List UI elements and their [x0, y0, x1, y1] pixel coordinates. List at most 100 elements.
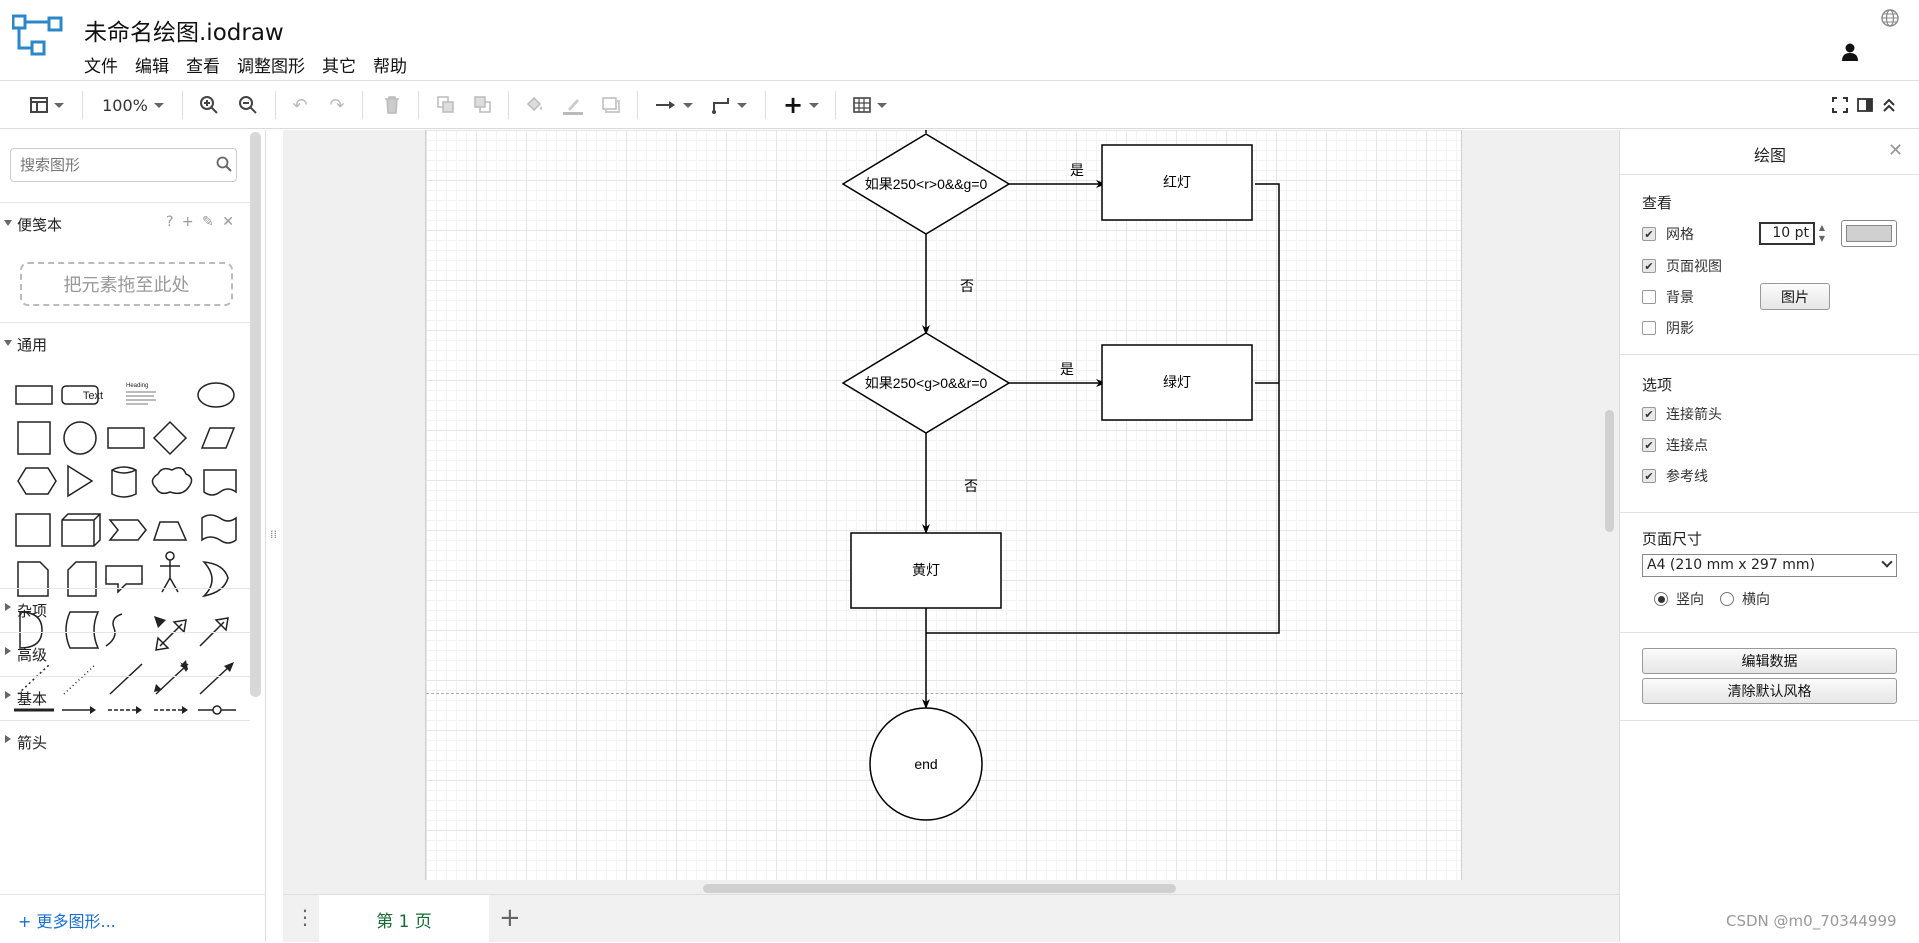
portrait-radio-row[interactable]: 竖向	[1654, 589, 1704, 609]
basic-section-header[interactable]: 基本	[0, 676, 250, 716]
grid-size-input[interactable]: 10 pt	[1759, 222, 1815, 245]
grid-checkbox[interactable]: ✔	[1642, 227, 1656, 241]
shape-rectangle[interactable]	[15, 385, 53, 405]
grid-checkbox-row[interactable]: ✔ 网格	[1642, 224, 1694, 244]
shape-tape[interactable]	[201, 514, 237, 544]
zoom-out-button[interactable]	[235, 93, 261, 117]
landscape-radio[interactable]	[1720, 592, 1734, 606]
waypoints-dropdown[interactable]	[709, 93, 749, 117]
shape-ellipse[interactable]	[197, 382, 235, 408]
document-title[interactable]: 未命名绘图.iodraw	[84, 13, 284, 47]
shape-text[interactable]: Text	[83, 390, 103, 402]
background-checkbox[interactable]	[1642, 290, 1656, 304]
shape-parallelogram[interactable]	[200, 427, 236, 449]
shape-square[interactable]	[17, 421, 51, 455]
shape-document[interactable]	[203, 469, 237, 496]
general-section-header[interactable]: 通用	[0, 322, 250, 362]
zoom-out-icon	[239, 96, 257, 114]
no-label-2: 否	[964, 478, 978, 494]
delete-button[interactable]	[380, 93, 404, 117]
misc-section-header[interactable]: 杂项	[0, 588, 250, 628]
portrait-radio[interactable]	[1654, 592, 1668, 606]
page-view-checkbox[interactable]: ✔	[1642, 259, 1656, 273]
shape-circle[interactable]	[63, 421, 97, 455]
shape-step[interactable]	[108, 519, 147, 541]
scratchpad-tools[interactable]: ? + ✎ ✕	[166, 214, 236, 230]
shadow-checkbox-row[interactable]: 阴影	[1642, 318, 1694, 338]
background-image-button[interactable]: 图片	[1760, 283, 1830, 310]
sidebar-resize-handle[interactable]: ⁞⁞	[270, 528, 277, 541]
shadow-checkbox[interactable]	[1642, 321, 1656, 335]
close-icon[interactable]: ✕	[1888, 140, 1903, 161]
page-tab-1[interactable]: 第 1 页	[319, 895, 489, 943]
add-page-button[interactable]: +	[499, 903, 521, 933]
page-size-heading: 页面尺寸	[1642, 530, 1703, 548]
to-back-button[interactable]	[471, 93, 495, 117]
zoom-dropdown[interactable]: 100%	[98, 93, 168, 117]
table-dropdown[interactable]	[850, 93, 890, 117]
shape-trapezoid[interactable]	[152, 521, 188, 541]
general-label: 通用	[17, 336, 48, 354]
connection-arrows-checkbox[interactable]: ✔	[1642, 407, 1656, 421]
menu-edit[interactable]: 编辑	[135, 52, 176, 77]
shape-internal-storage[interactable]	[15, 513, 51, 547]
scratchpad-drop-area[interactable]: 把元素拖至此处	[20, 262, 233, 306]
toggle-format-button[interactable]	[1853, 93, 1877, 117]
canvas-vertical-scrollbar[interactable]	[1605, 410, 1614, 532]
zoom-in-button[interactable]	[196, 93, 222, 117]
format-panel-toggle[interactable]	[26, 93, 68, 117]
clear-default-style-button[interactable]: 清除默认风格	[1642, 678, 1897, 704]
background-checkbox-row[interactable]: 背景	[1642, 287, 1694, 307]
collapse-button[interactable]	[1877, 93, 1901, 117]
guides-row[interactable]: ✔ 参考线	[1642, 466, 1708, 486]
menu-extras[interactable]: 其它	[322, 52, 363, 77]
guides-checkbox[interactable]: ✔	[1642, 469, 1656, 483]
shape-cloud[interactable]	[151, 467, 193, 495]
edit-data-button[interactable]: 编辑数据	[1642, 648, 1897, 674]
search-icon[interactable]	[216, 156, 232, 172]
shape-actor[interactable]	[160, 551, 180, 593]
connection-arrows-row[interactable]: ✔ 连接箭头	[1642, 404, 1722, 424]
sidebar-scrollbar[interactable]	[250, 132, 261, 697]
more-shapes-link[interactable]: + 更多图形...	[18, 908, 116, 932]
drawing-page[interactable]: 如果250<r>0&&g=0 如果250<g>0&&r=0 红灯 绿灯 黄灯 e…	[425, 130, 1463, 880]
landscape-radio-row[interactable]: 横向	[1720, 589, 1770, 609]
canvas-horizontal-scrollbar[interactable]	[703, 884, 1176, 893]
connection-points-checkbox[interactable]: ✔	[1642, 438, 1656, 452]
connection-style-dropdown[interactable]	[652, 93, 696, 117]
grid-color-button[interactable]	[1841, 220, 1897, 247]
shape-hexagon[interactable]	[17, 467, 57, 495]
arrows-section-header[interactable]: 箭头	[0, 720, 250, 760]
menu-view[interactable]: 查看	[186, 52, 227, 77]
page-menu-icon[interactable]: ⋮	[295, 905, 315, 929]
page-size-select[interactable]: A4 (210 mm x 297 mm)	[1642, 554, 1897, 577]
shape-process[interactable]	[107, 427, 145, 449]
diagram-canvas[interactable]: 如果250<r>0&&g=0 如果250<g>0&&r=0 红灯 绿灯 黄灯 e…	[283, 130, 1619, 894]
menu-file[interactable]: 文件	[84, 52, 125, 77]
language-globe-icon[interactable]	[1880, 8, 1900, 28]
connection-points-row[interactable]: ✔ 连接点	[1642, 435, 1708, 455]
shape-search-input[interactable]	[10, 148, 237, 182]
to-front-button[interactable]	[434, 93, 458, 117]
shadow-button[interactable]	[599, 93, 623, 117]
menu-arrange[interactable]: 调整图形	[237, 52, 312, 77]
elbow-connector-icon	[712, 98, 729, 114]
shape-cube[interactable]	[61, 513, 101, 547]
scratchpad-section-header[interactable]: 便笺本 ? + ✎ ✕	[0, 202, 250, 242]
undo-button[interactable]: ↶	[288, 93, 312, 117]
redo-button[interactable]: ↷	[325, 93, 349, 117]
grid-size-spinner[interactable]: ▲ ▼	[1816, 222, 1828, 245]
shape-triangle[interactable]	[67, 464, 94, 498]
line-color-button[interactable]	[560, 93, 586, 117]
shape-diamond[interactable]	[152, 420, 188, 456]
advanced-section-header[interactable]: 高级	[0, 632, 250, 672]
scratchpad-label: 便笺本	[17, 216, 63, 234]
menu-help[interactable]: 帮助	[373, 52, 414, 77]
fill-color-button[interactable]	[523, 93, 547, 117]
user-account-icon[interactable]	[1840, 42, 1860, 62]
insert-dropdown[interactable]: +	[780, 91, 822, 119]
shape-heading-textbox[interactable]: Heading	[126, 383, 156, 405]
shape-cylinder[interactable]	[111, 466, 137, 498]
fullscreen-button[interactable]	[1828, 93, 1852, 117]
page-view-checkbox-row[interactable]: ✔ 页面视图	[1642, 256, 1722, 276]
